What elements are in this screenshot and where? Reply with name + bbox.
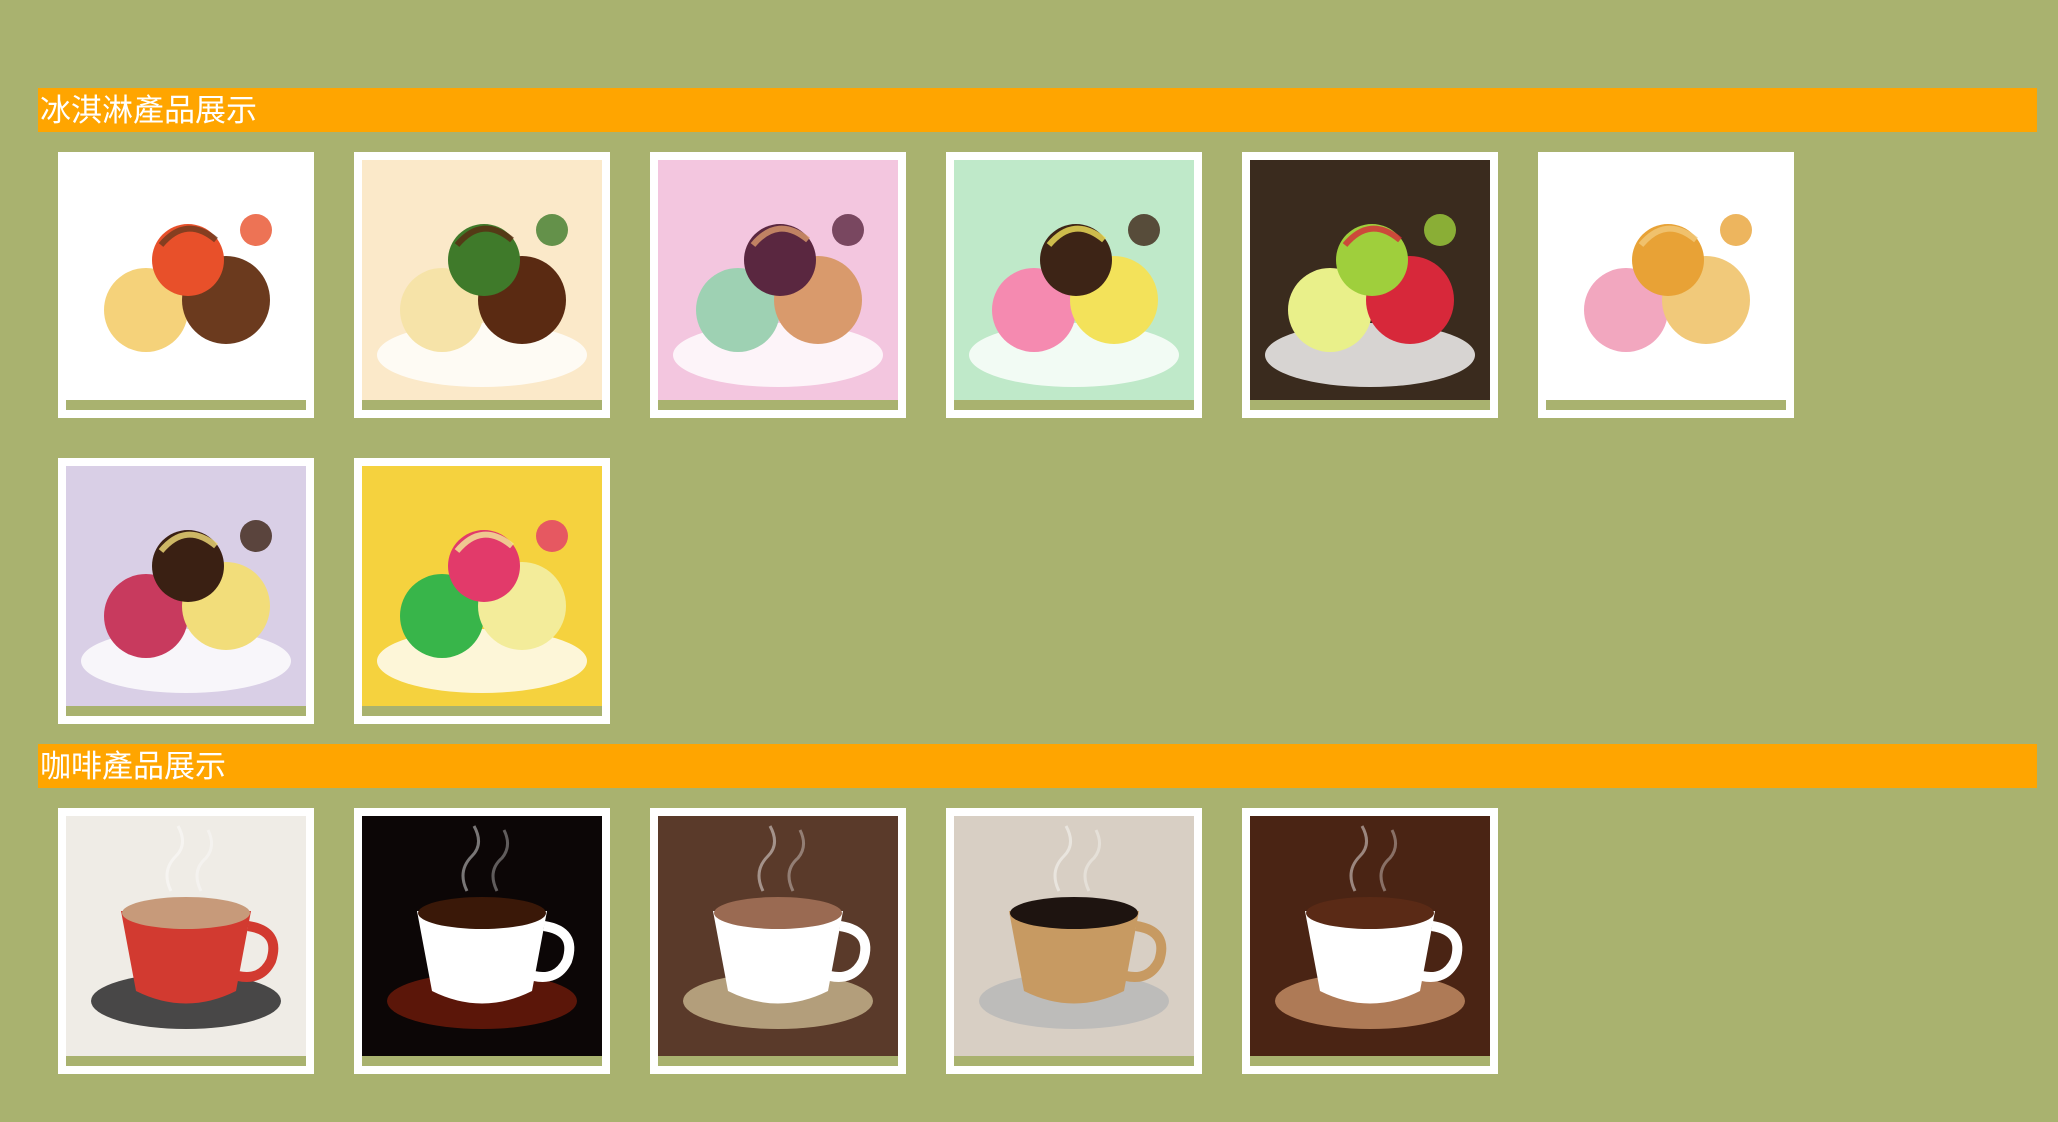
product-thumbnail[interactable] bbox=[1242, 152, 1498, 418]
product-image bbox=[362, 466, 602, 706]
product-image bbox=[66, 160, 306, 400]
product-image bbox=[362, 816, 602, 1056]
product-gallery-page: 冰淇淋產品展示 咖啡產品展示 bbox=[0, 0, 2058, 1122]
product-thumbnail[interactable] bbox=[946, 808, 1202, 1074]
product-thumbnail[interactable] bbox=[1538, 152, 1794, 418]
waffle-ice-cream-photo bbox=[1546, 160, 1786, 400]
product-thumbnail[interactable] bbox=[354, 152, 610, 418]
product-image bbox=[658, 816, 898, 1056]
product-thumbnail[interactable] bbox=[650, 152, 906, 418]
product-thumbnail[interactable] bbox=[1242, 808, 1498, 1074]
chocolate-sundae-photo bbox=[66, 160, 306, 400]
thumbnail-frame bbox=[658, 816, 898, 1066]
product-thumbnail[interactable] bbox=[354, 458, 610, 724]
ice-cream-section-title: 冰淇淋產品展示 bbox=[38, 88, 2037, 132]
thumbnail-frame bbox=[1250, 816, 1490, 1066]
black-coffee-cup-photo bbox=[362, 816, 602, 1056]
fruit-sorbet-bowl-photo bbox=[954, 160, 1194, 400]
hot-chocolate-marshmallow-photo bbox=[658, 816, 898, 1056]
product-image bbox=[1546, 160, 1786, 400]
coffee-section-title: 咖啡產品展示 bbox=[38, 744, 2037, 788]
ice-cream-gallery bbox=[58, 152, 1794, 724]
cupcake-ice-cream-photo bbox=[66, 466, 306, 706]
thumbnail-frame bbox=[66, 160, 306, 410]
thumbnail-frame bbox=[66, 816, 306, 1066]
product-image bbox=[658, 160, 898, 400]
coffee-beans-cup-photo bbox=[1250, 816, 1490, 1056]
mushroom-ice-cream-photo bbox=[658, 160, 898, 400]
thumbnail-frame bbox=[1546, 160, 1786, 410]
product-image bbox=[1250, 160, 1490, 400]
product-image bbox=[954, 160, 1194, 400]
product-thumbnail[interactable] bbox=[58, 808, 314, 1074]
product-image bbox=[362, 160, 602, 400]
thumbnail-frame bbox=[954, 816, 1194, 1066]
product-thumbnail[interactable] bbox=[58, 458, 314, 724]
thumbnail-frame bbox=[362, 160, 602, 410]
product-image bbox=[66, 816, 306, 1056]
product-thumbnail[interactable] bbox=[946, 152, 1202, 418]
product-image bbox=[1250, 816, 1490, 1056]
thumbnail-frame bbox=[658, 160, 898, 410]
thumbnail-frame bbox=[362, 466, 602, 716]
candy-egg-dessert-photo bbox=[362, 466, 602, 706]
red-cup-coffee-photo bbox=[66, 816, 306, 1056]
thumbnail-frame bbox=[362, 816, 602, 1066]
product-thumbnail[interactable] bbox=[354, 808, 610, 1074]
product-image bbox=[954, 816, 1194, 1056]
espresso-glass-photo bbox=[954, 816, 1194, 1056]
thumbnail-frame bbox=[954, 160, 1194, 410]
banana-split-photo bbox=[362, 160, 602, 400]
strawberry-jelly-dessert-photo bbox=[1250, 160, 1490, 400]
product-image bbox=[66, 466, 306, 706]
coffee-gallery bbox=[58, 808, 1794, 1074]
thumbnail-frame bbox=[66, 466, 306, 716]
product-thumbnail[interactable] bbox=[650, 808, 906, 1074]
product-thumbnail[interactable] bbox=[58, 152, 314, 418]
thumbnail-frame bbox=[1250, 160, 1490, 410]
